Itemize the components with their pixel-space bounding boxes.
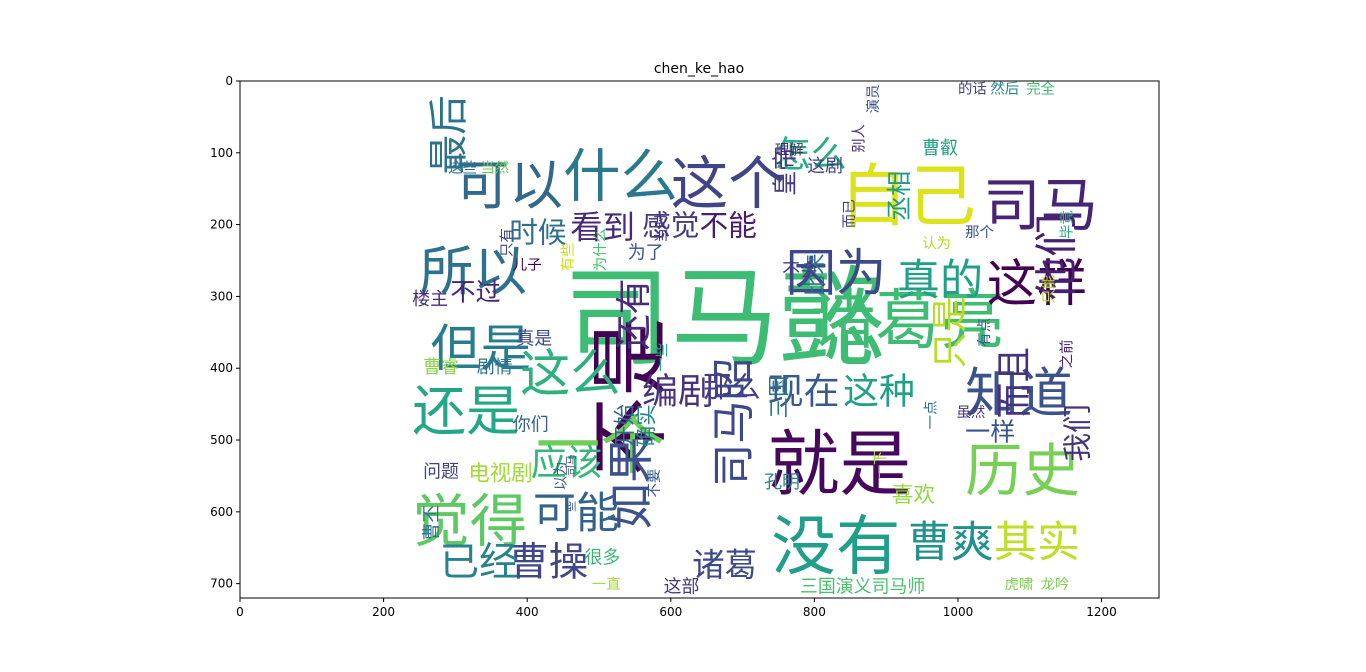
word-89: 一直	[592, 576, 621, 593]
x-tick-label-0: 0	[236, 605, 244, 619]
word-86: 虽然	[957, 404, 986, 421]
word-88: 一下	[873, 451, 889, 480]
word-9: 这个	[671, 150, 786, 217]
word-46: 那么	[703, 370, 760, 404]
word-78: 不会	[782, 260, 818, 281]
word-85: 有点	[976, 318, 993, 347]
word-77: 完全	[1026, 80, 1055, 98]
word-67: 楼主	[412, 289, 448, 310]
x-tick-label-6: 1200	[1086, 605, 1117, 619]
word-93: 司马	[565, 454, 578, 476]
word-5: 没有	[771, 510, 900, 585]
x-tick-label-5: 1000	[943, 605, 974, 619]
y-tick-label-4: 400	[210, 361, 233, 375]
word-25: 可能	[533, 489, 619, 539]
word-57: 这部	[664, 576, 700, 597]
word-80: 那个	[965, 224, 994, 241]
word-96: 儿子	[513, 257, 542, 274]
word-41: 而且	[995, 347, 1036, 419]
y-tick-label-3: 300	[210, 289, 233, 303]
word-22: 其实	[994, 518, 1080, 568]
word-34: 不能	[700, 209, 757, 243]
word-70: 这些	[448, 160, 477, 177]
word-47: 喜欢	[892, 483, 935, 508]
word-95: 只有	[499, 228, 516, 257]
word-94: 些	[564, 501, 578, 512]
word-52: 确实	[635, 404, 660, 447]
word-81: 认为	[922, 235, 951, 252]
y-tick-label-6: 600	[210, 505, 233, 519]
word-66: 为了	[628, 242, 664, 263]
y-tick-label-0: 0	[225, 74, 233, 88]
y-tick-label-7: 700	[210, 577, 233, 591]
word-27: 已经	[440, 539, 519, 585]
word-11: 什么	[563, 143, 678, 210]
word-62: 曹睿	[423, 357, 459, 378]
word-64: 真是	[516, 329, 552, 350]
word-55: 问题	[423, 461, 459, 482]
word-59: 孔明	[764, 472, 800, 493]
word-45: 丞相	[885, 171, 914, 221]
word-90: 曹丕	[421, 505, 442, 541]
y-tick-label-1: 100	[210, 146, 233, 160]
word-53: 三国	[768, 375, 793, 418]
word-65: 你们	[513, 415, 549, 436]
word-72: 理解	[775, 142, 804, 159]
word-69: 龙吟	[1041, 576, 1070, 593]
y-tick-label-5: 500	[210, 433, 233, 447]
word-31: 这种	[843, 371, 915, 412]
word-83: 只能	[1041, 275, 1058, 304]
word-71: 当然	[481, 160, 510, 177]
x-tick-label-3: 600	[659, 605, 682, 619]
chart-title: chen_ke_hao	[654, 61, 744, 77]
word-2: 就是	[768, 422, 912, 506]
x-tick-label-4: 800	[803, 605, 826, 619]
word-75: 的话	[958, 81, 987, 98]
word-84: 之前	[1059, 339, 1076, 368]
word-92: 不要	[647, 469, 663, 498]
word-100: 一些	[653, 343, 670, 372]
x-tick-label-2: 400	[516, 605, 539, 619]
word-73: 别人	[850, 124, 867, 153]
word-99: 当时	[653, 214, 670, 243]
word-21: 曹爽	[908, 518, 994, 568]
word-17: 这么	[520, 344, 621, 403]
word-36: 时候	[509, 216, 566, 250]
word-60: 曹叡	[922, 138, 958, 159]
word-76: 然后	[990, 81, 1019, 98]
word-87: 一点	[922, 401, 939, 430]
word-32: 还有	[614, 279, 655, 351]
x-tick-label-1: 200	[372, 605, 395, 619]
word-48: 一样	[965, 418, 1015, 447]
wordcloud-figure: chen_ke_hao 司马懿诸葛亮就是不是自己没有一个 历史觉得这个 司马什么可以…	[0, 0, 1366, 672]
word-56: 很多	[585, 548, 621, 569]
word-74: 演员	[865, 85, 882, 114]
word-97: 有些	[560, 243, 577, 272]
word-61: 这剧	[807, 156, 843, 177]
word-49: 不过	[450, 278, 500, 307]
word-98: 为什么	[592, 228, 609, 271]
word-79: 而已	[842, 199, 858, 228]
word-63: 剧情	[477, 357, 513, 378]
word-68: 虎啸	[1005, 576, 1034, 593]
word-13: 还是	[412, 380, 520, 443]
word-43: 诸葛	[692, 546, 757, 584]
y-tick-label-2: 200	[210, 218, 233, 232]
word-42: 我们	[1060, 404, 1094, 461]
word-82: 毕竟	[1059, 210, 1076, 239]
word-58: 三国演义司马师	[800, 576, 925, 597]
word-54: 电视剧	[468, 462, 533, 487]
word-33: 感觉	[642, 209, 699, 243]
word-26: 曹操	[509, 539, 588, 585]
word-40: 只是	[930, 296, 971, 368]
